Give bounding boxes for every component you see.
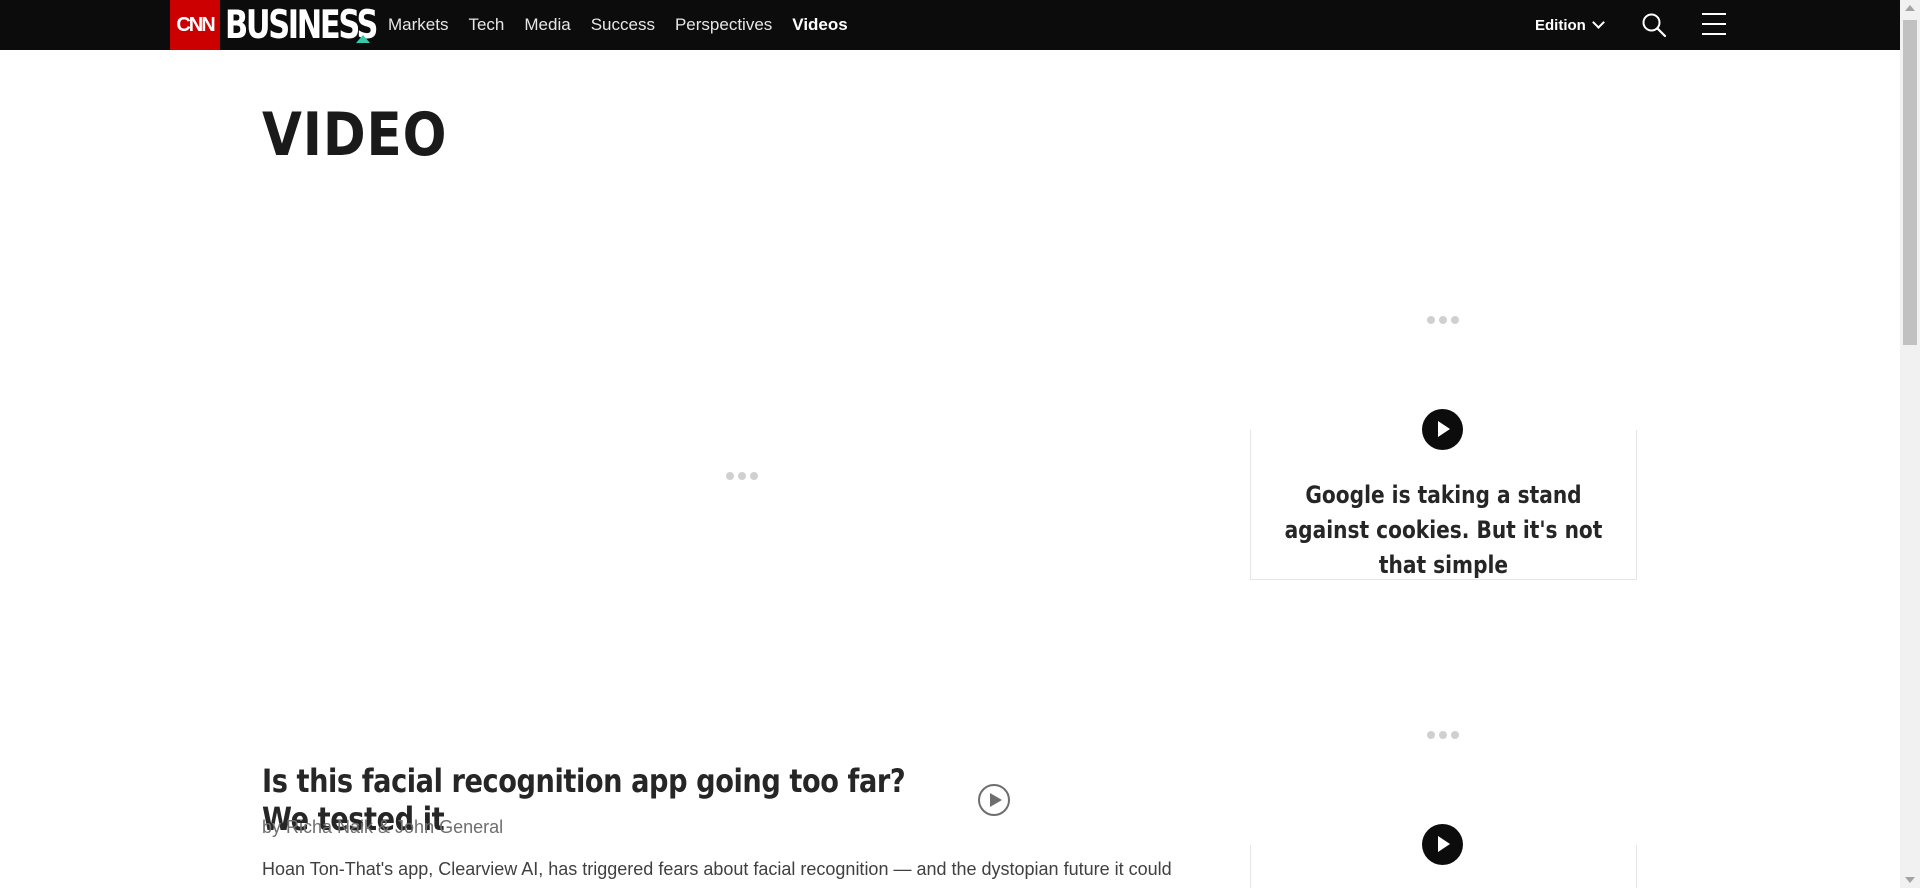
nav-item-success[interactable]: Success — [591, 15, 655, 35]
business-logo-text: BUSINESS — [225, 2, 378, 48]
page-title-text: VIDEO — [262, 100, 448, 170]
video-player[interactable] — [262, 210, 1224, 750]
logo-triangle-icon — [356, 35, 370, 43]
play-button-icon[interactable] — [1422, 824, 1463, 865]
cnn-logo[interactable]: CNN — [170, 0, 220, 50]
scroll-up-arrow-icon[interactable] — [1905, 5, 1915, 11]
search-icon — [1642, 13, 1667, 38]
nav-item-videos[interactable]: Videos — [792, 15, 847, 35]
loading-dots-icon — [726, 472, 758, 480]
search-button[interactable] — [1641, 12, 1667, 38]
video-summary: Hoan Ton-That's app, Clearview AI, has t… — [262, 859, 1172, 879]
nav-item-markets[interactable]: Markets — [388, 15, 448, 35]
loading-dots-icon — [1427, 316, 1459, 324]
nav-item-perspectives[interactable]: Perspectives — [675, 15, 772, 35]
business-logo[interactable]: BUSINESS — [220, 0, 378, 50]
related-video-title[interactable]: Google is taking a stand against cookies… — [1251, 478, 1636, 583]
page-scrollbar[interactable] — [1900, 0, 1920, 888]
page-title: VIDEO — [262, 100, 478, 170]
related-video-card[interactable]: Google is taking a stand against cookies… — [1250, 430, 1637, 580]
site-logo[interactable]: CNN BUSINESS — [170, 0, 378, 50]
site-header: CNN BUSINESS Markets Tech Media Success … — [0, 0, 1900, 50]
hamburger-menu-button[interactable] — [1702, 13, 1726, 35]
main-nav: Markets Tech Media Success Perspectives … — [388, 0, 848, 50]
hamburger-menu-icon — [1702, 13, 1726, 15]
hamburger-menu-icon-line — [1702, 23, 1726, 25]
edition-label: Edition — [1535, 16, 1586, 34]
scrollbar-thumb[interactable] — [1903, 20, 1917, 345]
loading-dots-icon — [1427, 731, 1459, 739]
chevron-down-icon — [1591, 16, 1605, 29]
edition-selector[interactable]: Edition — [1535, 0, 1605, 50]
video-byline: by Richa Naik & John General — [262, 817, 504, 837]
play-button-icon[interactable] — [1422, 409, 1463, 450]
nav-item-tech[interactable]: Tech — [468, 15, 504, 35]
scroll-down-arrow-icon[interactable] — [1905, 877, 1915, 883]
play-circle-icon[interactable] — [978, 784, 1010, 816]
nav-item-media[interactable]: Media — [524, 15, 570, 35]
related-video-title-text: Google is taking a stand against cookies… — [1284, 481, 1603, 579]
hamburger-menu-icon-line — [1702, 33, 1726, 35]
